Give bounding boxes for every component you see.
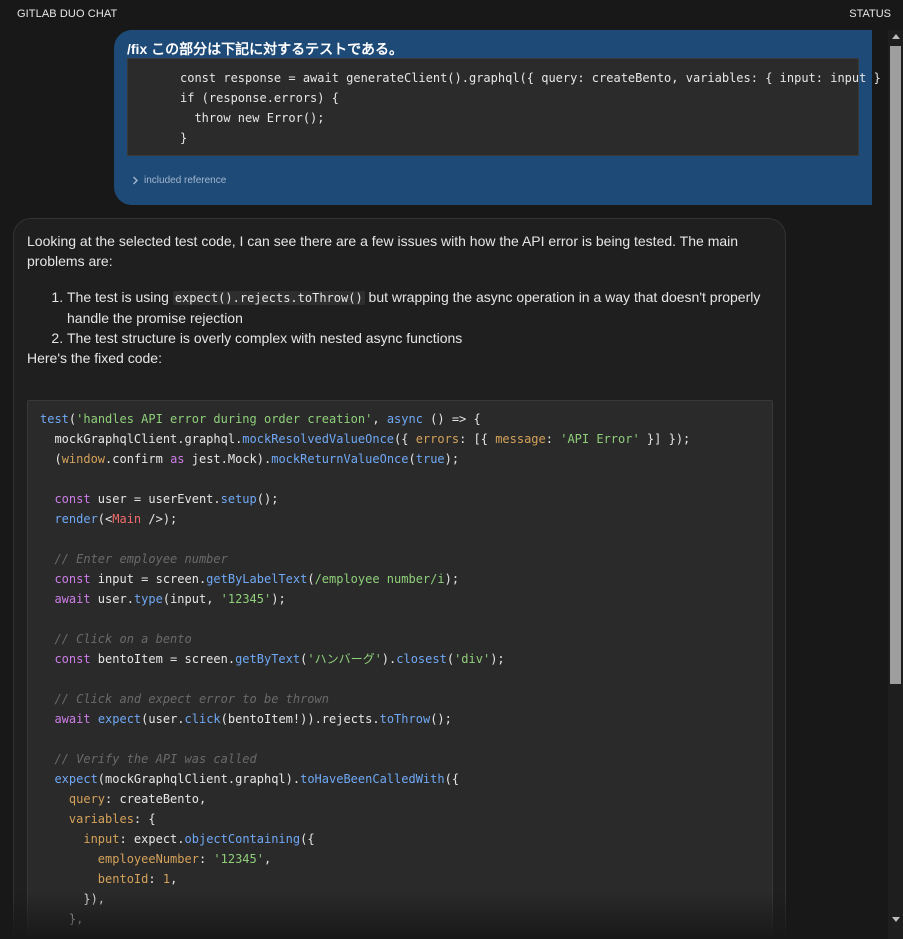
vertical-scrollbar[interactable] <box>888 30 903 939</box>
code-line: test('handles API error during order cre… <box>40 412 481 426</box>
assistant-message: Looking at the selected test code, I can… <box>13 218 786 939</box>
code-line: // Click on a bento <box>40 632 192 646</box>
code-line: }), <box>40 892 106 906</box>
issues-list: The test is using expect().rejects.toThr… <box>27 287 767 348</box>
scroll-up-arrow-icon[interactable] <box>892 34 900 39</box>
code-line: expect(mockGraphqlClient.graphql).toHave… <box>40 772 460 786</box>
scroll-down-arrow-icon[interactable] <box>892 917 900 922</box>
user-code-block: const response = await generateClient().… <box>127 58 881 156</box>
code-line: // Enter employee number <box>40 552 228 566</box>
fixed-code-block: test('handles API error during order cre… <box>27 400 773 939</box>
list-item: The test structure is overly complex wit… <box>67 328 767 348</box>
code-line: bentoId: 1, <box>40 872 178 886</box>
user-message: /fix この部分は下記に対するテストである。 const response =… <box>114 30 881 205</box>
code-line: employeeNumber: '12345', <box>40 852 272 866</box>
code-line: render(<Main />); <box>40 512 178 526</box>
assistant-intro: Looking at the selected test code, I can… <box>27 233 739 269</box>
code-line: // Verify the API was called <box>40 752 257 766</box>
issue-text-prefix: The test is using <box>67 289 173 305</box>
list-item: The test is using expect().rejects.toThr… <box>67 287 767 328</box>
code-line: const bentoItem = screen.getByText('ハンバー… <box>40 652 505 666</box>
scrollbar-thumb[interactable] <box>890 46 901 684</box>
code-line: query: createBento, <box>40 792 207 806</box>
fixed-code: test('handles API error during order cre… <box>28 401 772 929</box>
code-line: input: expect.objectContaining({ <box>40 832 315 846</box>
code-line: mockGraphqlClient.graphql.mockResolvedVa… <box>40 432 691 446</box>
status-button[interactable]: STATUS <box>849 8 891 20</box>
user-code: const response = await generateClient().… <box>180 71 881 145</box>
code-line: const input = screen.getByLabelText(/emp… <box>40 572 460 586</box>
inline-code: expect().rejects.toThrow() <box>172 291 365 305</box>
user-command-text: /fix この部分は下記に対するテストである。 <box>127 41 403 57</box>
panel-title: GITLAB DUO CHAT <box>17 8 118 20</box>
code-line: (window.confirm as jest.Mock).mockReturn… <box>40 452 460 466</box>
chevron-right-icon <box>132 176 139 185</box>
code-line: variables: { <box>40 812 156 826</box>
code-line: }, <box>40 912 84 926</box>
chat-header: GITLAB DUO CHAT STATUS <box>0 0 903 30</box>
code-line: await user.type(input, '12345'); <box>40 592 286 606</box>
included-reference-toggle[interactable]: included reference <box>132 175 226 186</box>
code-line: // Click and expect error to be thrown <box>40 692 329 706</box>
fixed-code-label: Here's the fixed code: <box>27 350 162 366</box>
chat-scroll-area[interactable]: /fix この部分は下記に対するテストである。 const response =… <box>0 30 888 939</box>
code-line: const user = userEvent.setup(); <box>40 492 279 506</box>
included-reference-label: included reference <box>144 175 227 186</box>
code-line: await expect(user.click(bentoItem!)).rej… <box>40 712 452 726</box>
